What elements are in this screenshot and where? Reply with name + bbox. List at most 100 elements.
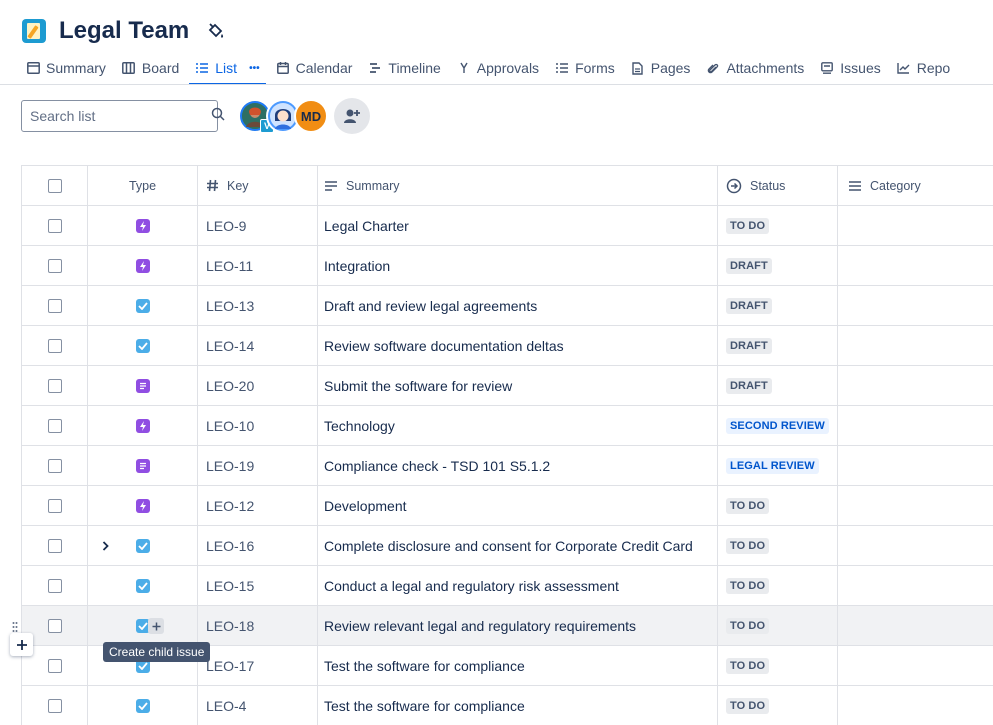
- row-checkbox[interactable]: [47, 378, 62, 393]
- status-lozenge[interactable]: DRAFT: [726, 257, 772, 274]
- add-people-button[interactable]: [334, 98, 370, 134]
- column-header-type[interactable]: Type: [88, 166, 198, 205]
- tab-issues[interactable]: Issues: [814, 52, 886, 84]
- issue-key[interactable]: LEO-11: [198, 246, 318, 285]
- issue-summary[interactable]: Compliance check - TSD 101 S5.1.2: [318, 446, 718, 485]
- issue-key[interactable]: LEO-13: [198, 286, 318, 325]
- insert-row-button[interactable]: [10, 633, 33, 656]
- row-checkbox[interactable]: [47, 338, 62, 353]
- status-lozenge[interactable]: TO DO: [726, 497, 770, 514]
- tab-attachments[interactable]: Attachments: [700, 52, 810, 84]
- project-avatar-icon[interactable]: [22, 19, 46, 43]
- status-lozenge[interactable]: TO DO: [726, 697, 770, 714]
- column-header-status[interactable]: Status: [718, 166, 838, 205]
- issue-summary[interactable]: Test the software for compliance: [318, 686, 718, 725]
- category-cell[interactable]: [838, 686, 993, 725]
- issue-key[interactable]: LEO-17: [198, 646, 318, 685]
- more-options-icon[interactable]: •••: [249, 63, 260, 74]
- table-row[interactable]: LEO-14 Review software documentation delt…: [21, 326, 993, 366]
- issue-summary[interactable]: Draft and review legal agreements: [318, 286, 718, 325]
- status-lozenge[interactable]: TO DO: [726, 657, 770, 674]
- table-row[interactable]: LEO-10 Technology SECOND REVIEW: [21, 406, 993, 446]
- status-lozenge[interactable]: DRAFT: [726, 297, 772, 314]
- issue-summary[interactable]: Review software documentation deltas: [318, 326, 718, 365]
- table-row[interactable]: LEO-4 Test the software for compliance TO …: [21, 686, 993, 725]
- drag-handle-icon[interactable]: [12, 620, 18, 632]
- issue-summary[interactable]: Development: [318, 486, 718, 525]
- tab-pages[interactable]: Pages: [625, 52, 697, 84]
- issue-summary[interactable]: Legal Charter: [318, 206, 718, 245]
- issue-key[interactable]: LEO-14: [198, 326, 318, 365]
- category-cell[interactable]: [838, 486, 993, 525]
- category-cell[interactable]: [838, 606, 993, 645]
- status-lozenge[interactable]: LEGAL REVIEW: [726, 457, 819, 474]
- row-checkbox[interactable]: [47, 618, 62, 633]
- category-cell[interactable]: [838, 566, 993, 605]
- category-cell[interactable]: [838, 246, 993, 285]
- tab-summary[interactable]: Summary: [20, 52, 112, 84]
- issue-summary[interactable]: Submit the software for review: [318, 366, 718, 405]
- tab-list[interactable]: List •••: [189, 52, 266, 85]
- category-cell[interactable]: [838, 446, 993, 485]
- search-list-box[interactable]: [21, 100, 225, 132]
- paint-bucket-icon[interactable]: [205, 20, 227, 42]
- table-row[interactable]: LEO-19 Compliance check - TSD 101 S5.1.2 L…: [21, 446, 993, 486]
- status-lozenge[interactable]: TO DO: [726, 537, 770, 554]
- tab-forms[interactable]: Forms: [549, 52, 621, 84]
- issue-summary[interactable]: Complete disclosure and consent for Corp…: [318, 526, 718, 565]
- status-lozenge[interactable]: DRAFT: [726, 377, 772, 394]
- issue-key[interactable]: LEO-20: [198, 366, 318, 405]
- category-cell[interactable]: [838, 646, 993, 685]
- issue-key[interactable]: LEO-15: [198, 566, 318, 605]
- status-lozenge[interactable]: TO DO: [726, 577, 770, 594]
- row-checkbox[interactable]: [47, 298, 62, 313]
- status-lozenge[interactable]: SECOND REVIEW: [726, 417, 829, 434]
- row-checkbox[interactable]: [47, 258, 62, 273]
- table-row[interactable]: LEO-15 Conduct a legal and regulatory ris…: [21, 566, 993, 606]
- tab-approvals[interactable]: Approvals: [451, 52, 545, 84]
- table-row[interactable]: LEO-16 Complete disclosure and consent fo…: [21, 526, 993, 566]
- issue-summary[interactable]: Review relevant legal and regulatory req…: [318, 606, 718, 645]
- table-row[interactable]: LEO-13 Draft and review legal agreements D…: [21, 286, 993, 326]
- chevron-right-icon[interactable]: [102, 539, 112, 553]
- row-checkbox[interactable]: [47, 658, 62, 673]
- row-checkbox[interactable]: [47, 578, 62, 593]
- issue-key[interactable]: LEO-16: [198, 526, 318, 565]
- tab-timeline[interactable]: Timeline: [362, 52, 446, 84]
- issue-key[interactable]: LEO-19: [198, 446, 318, 485]
- column-header-key[interactable]: Key: [198, 166, 318, 205]
- category-cell[interactable]: [838, 326, 993, 365]
- issue-summary[interactable]: Conduct a legal and regulatory risk asse…: [318, 566, 718, 605]
- search-icon[interactable]: [211, 107, 225, 126]
- status-lozenge[interactable]: TO DO: [726, 217, 770, 234]
- column-header-category[interactable]: Category: [838, 166, 993, 205]
- category-cell[interactable]: [838, 366, 993, 405]
- issue-key[interactable]: LEO-4: [198, 686, 318, 725]
- create-child-plus-icon[interactable]: [148, 618, 164, 634]
- category-cell[interactable]: [838, 206, 993, 245]
- tab-repo[interactable]: Repo: [891, 52, 956, 84]
- row-checkbox[interactable]: [47, 218, 62, 233]
- tab-calendar[interactable]: Calendar: [270, 52, 359, 84]
- row-checkbox[interactable]: [47, 538, 62, 553]
- table-row[interactable]: LEO-18 Review relevant legal and regulato…: [12, 606, 993, 646]
- issue-summary[interactable]: Integration: [318, 246, 718, 285]
- tab-board[interactable]: Board: [116, 52, 185, 84]
- issue-key[interactable]: LEO-12: [198, 486, 318, 525]
- row-checkbox[interactable]: [47, 458, 62, 473]
- column-header-summary[interactable]: Summary: [318, 166, 718, 205]
- row-checkbox[interactable]: [47, 418, 62, 433]
- avatar[interactable]: MD: [294, 99, 328, 133]
- issue-key[interactable]: LEO-18: [198, 606, 318, 645]
- table-row[interactable]: LEO-20 Submit the software for review DRAF…: [21, 366, 993, 406]
- status-lozenge[interactable]: TO DO: [726, 617, 770, 634]
- category-cell[interactable]: [838, 526, 993, 565]
- category-cell[interactable]: [838, 286, 993, 325]
- select-all-checkbox[interactable]: [47, 178, 62, 193]
- issue-key[interactable]: LEO-9: [198, 206, 318, 245]
- status-lozenge[interactable]: DRAFT: [726, 337, 772, 354]
- table-row[interactable]: LEO-9 Legal Charter TO DO: [21, 206, 993, 246]
- table-row[interactable]: LEO-11 Integration DRAFT: [21, 246, 993, 286]
- row-checkbox[interactable]: [47, 498, 62, 513]
- issue-summary[interactable]: Test the software for compliance: [318, 646, 718, 685]
